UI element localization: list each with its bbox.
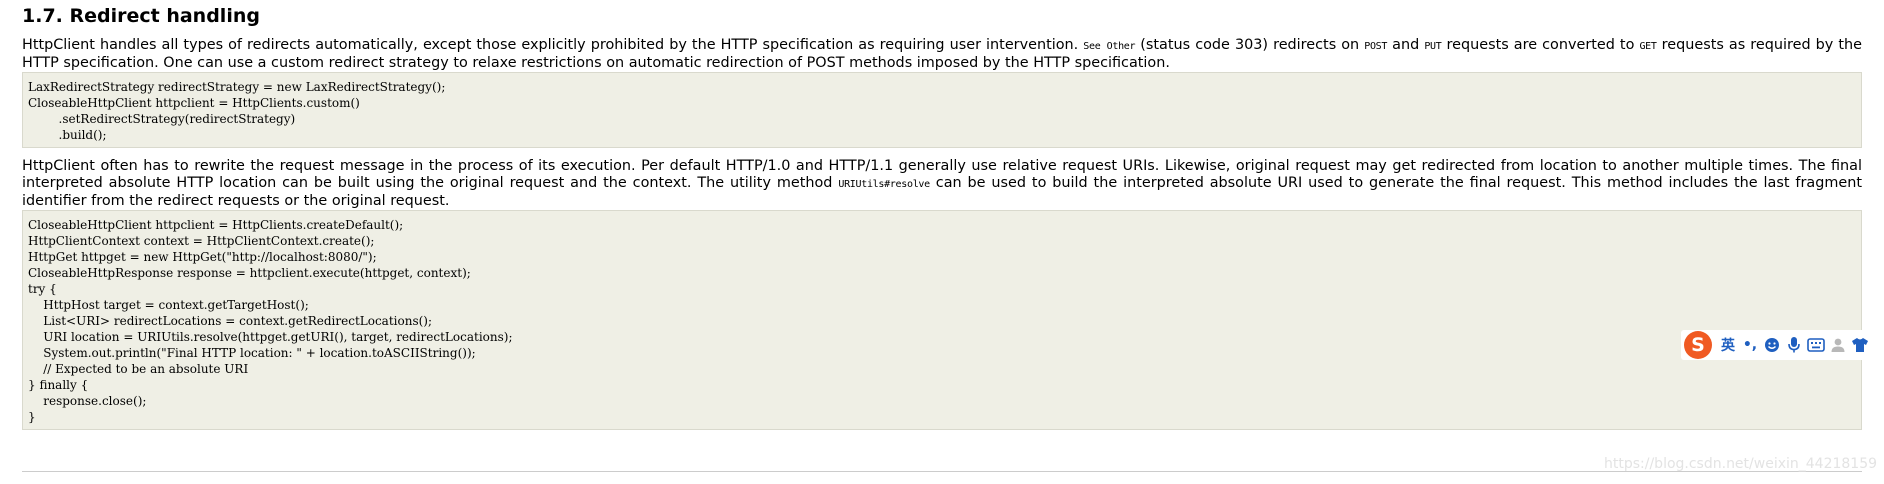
para-text: HttpClient handles all types of redirect… [22, 37, 1084, 53]
user-icon[interactable] [1828, 334, 1848, 356]
shirt-icon[interactable] [1850, 334, 1870, 356]
code-line: CloseableHttpClient httpclient = HttpCli… [28, 218, 404, 232]
inline-code-uriutils-resolve: URIUtils#resolve [838, 179, 930, 190]
section-divider [22, 471, 1862, 472]
redirect-intro-paragraph: HttpClient handles all types of redirect… [22, 37, 1862, 72]
source-watermark: https://blog.csdn.net/weixin_44218159 [1604, 456, 1878, 472]
code-line: } finally { [28, 378, 89, 392]
emoji-icon[interactable] [1762, 334, 1782, 356]
redirect-uri-paragraph: HttpClient often has to rewrite the requ… [22, 158, 1862, 210]
code-line: CloseableHttpResponse response = httpcli… [28, 266, 471, 280]
punctuation-toggle[interactable]: •, [1740, 334, 1760, 356]
code-line: HttpHost target = context.getTargetHost(… [28, 298, 309, 312]
code-line: System.out.println("Final HTTP location:… [28, 346, 476, 360]
section-title: 1.7. Redirect handling [22, 5, 260, 27]
code-line: .build(); [28, 128, 107, 142]
inline-code-get: GET [1639, 41, 1657, 52]
microphone-icon[interactable] [1784, 334, 1804, 356]
code-block-redirect-strategy[interactable]: LaxRedirectStrategy redirectStrategy = n… [22, 72, 1862, 148]
code-line: LaxRedirectStrategy redirectStrategy = n… [28, 80, 446, 94]
inline-code-see-other: See Other [1083, 41, 1136, 52]
code-line: CloseableHttpClient httpclient = HttpCli… [28, 96, 360, 110]
code-line: } [28, 410, 36, 424]
code-line: // Expected to be an absolute URI [28, 362, 249, 376]
inline-code-put: PUT [1424, 41, 1442, 52]
inline-code-post: POST [1364, 41, 1388, 52]
code-line: URI location = URIUtils.resolve(httpget.… [28, 330, 513, 344]
code-line: response.close(); [28, 394, 147, 408]
code-line: .setRedirectStrategy(redirectStrategy) [28, 112, 296, 126]
para-text: requests are converted to [1441, 37, 1640, 53]
para-text: and [1387, 37, 1425, 53]
ime-toolbar[interactable]: S 英 •, [1681, 330, 1884, 360]
para-text: (status code 303) redirects on [1135, 37, 1365, 53]
code-line: try { [28, 282, 57, 296]
language-mode-toggle[interactable]: 英 [1718, 334, 1738, 356]
sogou-logo-icon[interactable]: S [1684, 331, 1712, 359]
code-block-resolve-location[interactable]: CloseableHttpClient httpclient = HttpCli… [22, 210, 1862, 430]
code-line: HttpClientContext context = HttpClientCo… [28, 234, 375, 248]
code-line: HttpGet httpget = new HttpGet("http://lo… [28, 250, 377, 264]
keyboard-icon[interactable] [1806, 334, 1826, 356]
code-line: List<URI> redirectLocations = context.ge… [28, 314, 433, 328]
document-page: 1.7. Redirect handling HttpClient handle… [22, 0, 1862, 430]
